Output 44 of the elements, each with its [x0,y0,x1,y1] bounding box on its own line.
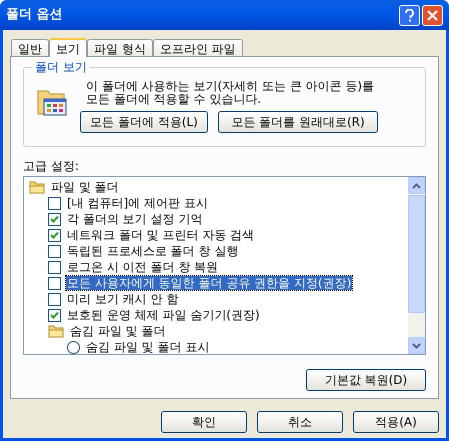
scroll-thumb[interactable] [408,195,425,313]
dialog-button[interactable]: 취소 [257,411,343,433]
checkbox[interactable] [48,276,61,290]
close-button[interactable] [422,4,443,26]
dialog-button[interactable]: 확인 [161,411,247,433]
folder-icon [48,324,64,338]
window-title: 폴더 옵션 [6,6,64,24]
scroll-up-button[interactable] [408,177,425,194]
tab[interactable]: 일반 [11,39,49,56]
tree-item-label[interactable]: 숨김 파일 및 폴더 표시 [85,340,210,354]
checkbox[interactable] [48,212,61,226]
group-title: 폴더 보기 [32,60,90,74]
description: 이 폴더에 사용하는 보기(자세히 또는 큰 아이콘 등)를 모든 폴더에 적용할 수 있습니다. [86,80,376,106]
tree-item-label[interactable]: 독립된 프로세스로 폴더 창 실행 [66,244,240,258]
checkbox[interactable] [48,308,61,322]
tree-item-label[interactable]: [내 컴퓨터]에 제어판 표시 [66,196,209,210]
tree-item-label[interactable]: 보호된 운영 체제 파일 숨기기(권장) [66,308,261,322]
tree-item-label[interactable]: 파일 및 폴더 [50,180,120,194]
section-label: 고급 설정: [23,159,80,173]
tree-item-label[interactable]: 숨김 파일 및 폴더 [69,324,166,338]
dialog-button[interactable]: 적용(A) [353,411,439,433]
radio-button[interactable] [67,340,80,354]
scroll-down-button[interactable] [408,337,425,354]
restore-defaults-button[interactable]: 기본값 복원(D) [306,369,426,391]
checkbox[interactable] [48,292,61,306]
tree-item-label[interactable]: 각 폴더의 보기 설정 기억 [66,212,204,226]
help-icon [405,8,414,22]
checkbox[interactable] [48,196,61,210]
tab[interactable]: 보기 [49,38,87,57]
close-icon [427,10,438,20]
checkbox[interactable] [48,244,61,258]
tab[interactable]: 오프라인 파일 [152,39,243,56]
tab[interactable]: 파일 형식 [87,39,153,56]
help-button[interactable] [399,4,420,26]
tree-item-label[interactable]: 모든 사용자에게 동일한 폴더 공유 권한을 지정(권장) [66,276,352,290]
checkbox[interactable] [48,260,61,274]
tree-item-label[interactable]: 로그온 시 이전 폴더 창 복원 [66,260,220,274]
checkbox[interactable] [48,228,61,242]
tree-item-label[interactable]: 네트워크 폴더 및 프린터 자동 검색 [66,228,256,242]
scrollbar[interactable] [408,177,425,354]
apply-button[interactable]: 모든 폴더를 원래대로(R) [218,111,378,133]
tree-item-label[interactable]: 미리 보기 캐시 안 함 [66,292,180,306]
folder-icon [29,180,45,194]
apply-button[interactable]: 모든 폴더에 적용(L) [80,111,208,133]
